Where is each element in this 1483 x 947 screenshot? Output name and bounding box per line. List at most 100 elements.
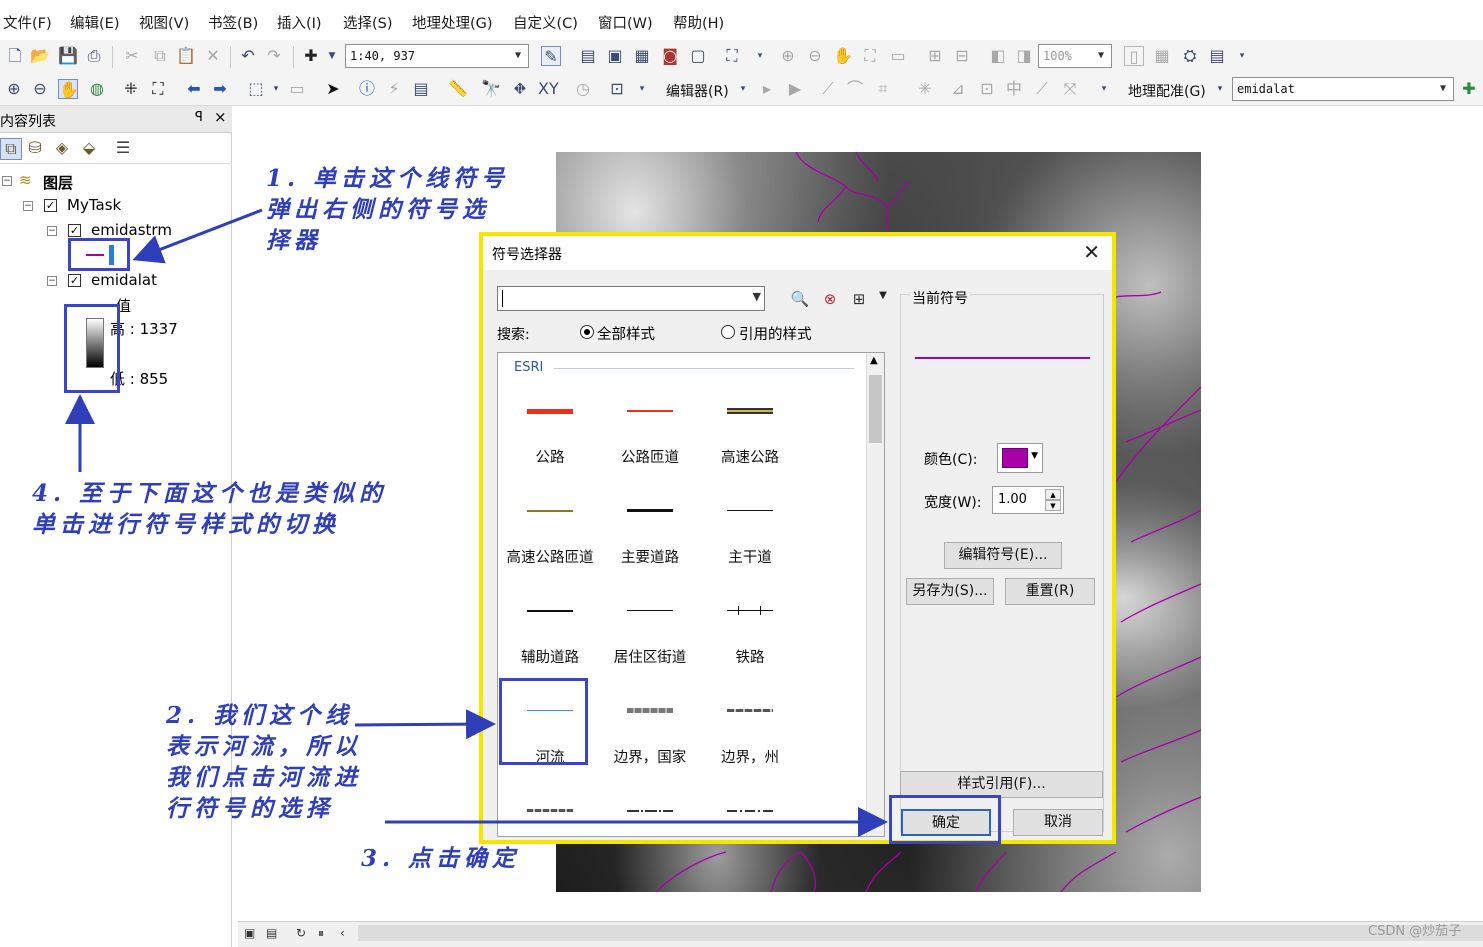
menu-view[interactable]: 视图(V) [139,12,189,33]
pan-icon[interactable]: ✋ [58,79,79,99]
emidastrm-checkbox[interactable]: ✓ [68,224,81,237]
width-spinner[interactable]: 1.00 ▲ ▼ [992,486,1064,514]
symbol-arterial[interactable]: 主干道 [705,493,795,583]
list-by-visibility-icon[interactable]: ◈ [51,138,73,160]
toolbar-overflow-icon-4[interactable]: ▾ [1094,79,1114,99]
cut-icon[interactable]: ✂ [122,46,142,66]
symbol-boundary-row5-2[interactable] [605,793,695,836]
close-icon[interactable]: ✕ [1083,240,1100,264]
identify-icon[interactable]: ⓘ [357,79,377,99]
symbol-highway-ramp[interactable]: 公路匝道 [605,393,695,483]
symbol-boundary-row5-3[interactable] [705,793,795,836]
menu-windows[interactable]: 窗口(W) [598,12,653,33]
prev-extent-layout-icon[interactable]: ◧ [988,46,1008,66]
spin-down-icon[interactable]: ▼ [1045,500,1061,511]
symbol-highway[interactable]: 公路 [505,393,595,483]
print-icon[interactable]: ⎙ [84,46,104,66]
symbol-boundary-national[interactable]: 边界，国家 [605,693,695,783]
redo-icon[interactable]: ↷ [264,46,284,66]
data-frame-mytask[interactable]: MyTask [67,196,121,214]
georef-layer-combo[interactable]: emidalat ▼ [1232,77,1454,101]
full-extent-layout-icon[interactable]: ⛶ [860,46,880,66]
view-options-icon[interactable]: ⊞ [849,290,869,310]
html-popup-icon[interactable]: ▤ [411,79,431,99]
menu-help[interactable]: 帮助(H) [673,12,724,33]
menu-file[interactable]: 文件(F) [3,12,52,33]
zoom-out-icon[interactable]: ⊖ [30,79,50,99]
paste-icon[interactable]: 📋 [176,46,196,66]
style-references-button[interactable]: 样式引用(F)... [900,771,1103,798]
collapse-icon[interactable]: − [2,176,12,186]
next-extent-layout-icon[interactable]: ◨ [1014,46,1034,66]
close-icon[interactable]: × [214,108,227,126]
scroll-left-icon[interactable]: ‹ [340,926,345,940]
toolbar-overflow-icon-2[interactable]: ▾ [1232,46,1252,66]
reshape-icon[interactable]: ⊡ [977,79,997,99]
menu-bookmarks[interactable]: 书签(B) [208,12,258,33]
search-icon[interactable]: 🔍 [790,290,810,310]
add-data-dropdown-icon[interactable]: ▼ [322,46,342,66]
cut-polygons-icon[interactable]: 中 [1004,79,1024,99]
select-elements-icon[interactable]: ➤ [323,79,343,99]
zoom-in-icon[interactable]: ⊕ [4,79,24,99]
list-by-selection-icon[interactable]: ⬙ [78,138,100,160]
pause-drawing-icon[interactable]: ⏸ [318,926,324,941]
reset-button[interactable]: 重置(R) [1005,578,1095,605]
model-builder-icon[interactable]: ⛶ [722,46,742,66]
zoom-out-layout-icon[interactable]: ⊖ [805,46,825,66]
fixed-zoom-out-layout-icon[interactable]: ⊟ [952,46,972,66]
cancel-button[interactable]: 取消 [1013,809,1103,836]
edit-vertices-icon[interactable]: ⊿ [948,79,968,99]
menu-selection[interactable]: 选择(S) [343,12,393,33]
hyperlink-icon[interactable]: ⚡ [384,79,404,99]
color-picker-button[interactable]: ▼ [997,443,1043,473]
find-icon[interactable]: 🔭 [481,79,501,99]
fixed-zoom-in-icon[interactable]: ⁜ [121,79,141,99]
layout-view-tab-icon[interactable]: ▤ [266,926,277,940]
mytask-checkbox[interactable]: ✓ [44,199,57,212]
horizontal-scrollbar[interactable] [358,925,1483,941]
measure-icon[interactable]: 📏 [448,79,468,99]
delete-icon[interactable]: ✕ [203,46,223,66]
point-icon[interactable]: ✳ [915,79,935,99]
edit-annotation-icon[interactable]: ▶ [785,79,805,99]
open-folder-icon[interactable]: 📂 [30,46,50,66]
select-features-icon[interactable]: ⬚ [246,79,266,99]
data-driven-pages-icon[interactable]: ▤ [1207,46,1227,66]
go-to-xy-icon[interactable]: XY [538,79,559,99]
collapse-icon[interactable]: − [47,226,57,236]
radio-referenced-styles-label[interactable]: 引用的样式 [739,323,812,344]
editor-dropdown-icon[interactable]: ▾ [733,79,753,99]
copy-icon[interactable]: ⧉ [150,46,170,66]
symbol-freeway[interactable]: 高速公路 [705,393,795,483]
menu-edit[interactable]: 编辑(E) [70,12,119,33]
fixed-zoom-in-layout-icon[interactable]: ⊞ [925,46,945,66]
straight-segment-icon[interactable]: ⟋ [818,79,838,99]
radio-referenced-styles[interactable] [721,325,735,339]
toolbar-overflow-icon-3[interactable]: ▾ [632,79,652,99]
spin-up-icon[interactable]: ▲ [1045,489,1061,500]
view-options-dropdown-icon[interactable]: ▼ [873,290,893,310]
edit-symbol-button[interactable]: 编辑符号(E)... [944,542,1062,569]
back-extent-icon[interactable]: ⬅ [184,79,204,99]
emidalat-checkbox[interactable]: ✓ [68,274,81,287]
change-layout-icon[interactable]: ⛭ [1180,46,1200,66]
collapse-icon[interactable]: − [47,276,57,286]
toggle-draft-mode-icon[interactable]: ▯ [1124,46,1144,66]
symbol-boundary-state[interactable]: 边界，州 [705,693,795,783]
georef-dropdown-icon[interactable]: ▾ [1210,79,1230,99]
layers-root[interactable]: 图层 [43,172,73,193]
options-icon[interactable]: ☰ [112,138,134,160]
zoom-100-icon[interactable]: ▭ [888,46,908,66]
arctoolbox-icon[interactable]: ▣ [605,46,625,66]
trace-icon[interactable]: ⌗ [873,79,893,99]
split-icon[interactable]: ⟋ [1032,79,1052,99]
save-as-button[interactable]: 另存为(S)... [906,578,994,605]
clear-search-icon[interactable]: ⊗ [820,290,840,310]
forward-extent-icon[interactable]: ➡ [210,79,230,99]
zoom-percent-combo[interactable]: 100% ▼ [1038,44,1112,68]
symbol-residential-street[interactable]: 居住区街道 [605,593,695,683]
scale-combo[interactable]: 1:40, 937 ▼ [345,44,529,68]
find-route-icon[interactable]: ⛖ [510,79,530,99]
focus-data-frame-icon[interactable]: ▦ [1152,46,1172,66]
